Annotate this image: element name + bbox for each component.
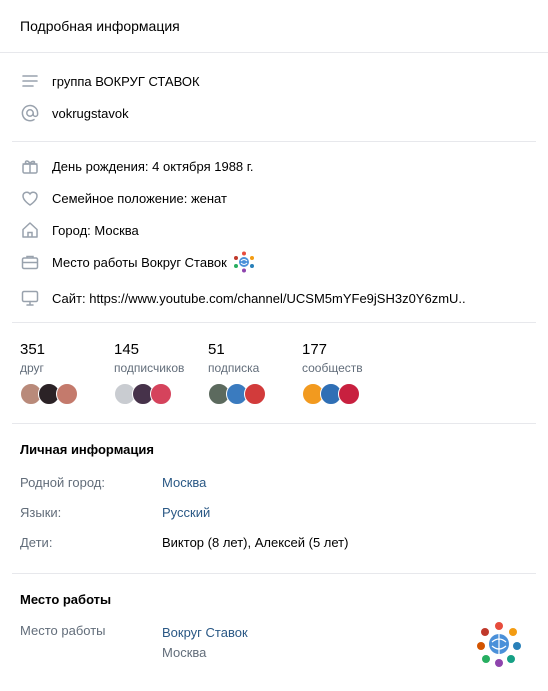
counter-number: 351 bbox=[20, 341, 46, 358]
at-sign-icon bbox=[20, 103, 40, 123]
children-value: Виктор (8 лет), Алексей (5 лет) bbox=[162, 534, 349, 550]
job-label: Место работы bbox=[20, 623, 106, 638]
website-label: Сайт: bbox=[52, 290, 86, 306]
section-title: Место работы bbox=[20, 592, 112, 607]
counter-number: 145 bbox=[114, 341, 140, 358]
avatar[interactable] bbox=[338, 383, 360, 405]
monitor-icon bbox=[20, 288, 40, 308]
city-row: Город: Москва bbox=[0, 214, 548, 246]
hometown-label: Родной город: bbox=[20, 474, 105, 490]
hometown-row: Родной город: Москва bbox=[20, 467, 528, 497]
birthday-row: День рождения: 4 октября 1988 г. bbox=[0, 150, 548, 182]
followers-counter[interactable]: 145 подписчиков bbox=[114, 341, 208, 405]
family-link[interactable]: женат bbox=[191, 191, 227, 206]
about-block: группа ВОКРУГ СТАВОК vokrugstavok bbox=[0, 53, 548, 141]
communities-counter[interactable]: 177 сообществ bbox=[302, 341, 396, 405]
subscriptions-counter[interactable]: 51 подписка bbox=[208, 341, 302, 405]
children-label: Дети: bbox=[20, 534, 53, 550]
workplace-label: Место работы bbox=[52, 254, 138, 270]
hometown-link[interactable]: Москва bbox=[162, 475, 206, 490]
job-company-link[interactable]: Вокруг Ставок bbox=[162, 625, 248, 640]
subscriptions-avatars bbox=[208, 383, 302, 405]
status-text: группа ВОКРУГ СТАВОК bbox=[52, 73, 200, 89]
avatar[interactable] bbox=[150, 383, 172, 405]
counter-number: 51 bbox=[208, 341, 225, 358]
city-link[interactable]: Москва bbox=[94, 223, 138, 238]
friends-avatars bbox=[20, 383, 114, 405]
counter-label: сообществ bbox=[302, 361, 363, 375]
workplace-link[interactable]: Вокруг Ставок bbox=[141, 255, 227, 270]
details-block: День рождения: 4 октября 1988 г. Семейно… bbox=[0, 142, 548, 322]
home-icon bbox=[20, 220, 40, 240]
avatar[interactable] bbox=[56, 383, 78, 405]
avatar[interactable] bbox=[244, 383, 266, 405]
counter-number: 177 bbox=[302, 341, 328, 358]
personal-info-section: Личная информация Родной город: Москва Я… bbox=[0, 424, 548, 573]
workplace-row: Место работы Вокруг Ставок bbox=[0, 246, 548, 278]
heart-icon bbox=[20, 188, 40, 208]
communities-avatars bbox=[302, 383, 396, 405]
gift-icon bbox=[20, 156, 40, 176]
job-values: Вокруг Ставок Москва bbox=[162, 623, 248, 663]
languages-link[interactable]: Русский bbox=[162, 505, 210, 520]
followers-avatars bbox=[114, 383, 208, 405]
status-row: группа ВОКРУГ СТАВОК bbox=[0, 65, 548, 97]
family-label: Семейное положение: bbox=[52, 190, 188, 206]
counters-row: 351 друг 145 подписчиков 51 подписка 177… bbox=[0, 323, 548, 423]
briefcase-icon bbox=[20, 252, 40, 272]
counter-label: подписчиков bbox=[114, 361, 185, 375]
website-link[interactable]: https://www.youtube.com/channel/UCSM5mYF… bbox=[89, 291, 465, 306]
nickname-row: vokrugstavok bbox=[0, 97, 548, 129]
birthday-link[interactable]: 4 октября 1988 г. bbox=[152, 159, 253, 174]
website-row: Сайт: https://www.youtube.com/channel/UC… bbox=[0, 282, 548, 314]
section-title: Личная информация bbox=[20, 442, 154, 457]
languages-row: Языки: Русский bbox=[20, 497, 528, 527]
job-row: Место работы Вокруг Ставок Москва bbox=[20, 617, 528, 667]
counter-label: подписка bbox=[208, 361, 260, 375]
birthday-label: День рождения: bbox=[52, 158, 149, 174]
job-city: Москва bbox=[162, 645, 207, 660]
nickname-link[interactable]: vokrugstavok bbox=[52, 106, 129, 121]
profile-details-card: Подробная информация группа ВОКРУГ СТАВО… bbox=[0, 0, 548, 691]
city-label: Город: bbox=[52, 222, 91, 238]
family-row: Семейное положение: женат bbox=[0, 182, 548, 214]
menu-lines-icon bbox=[20, 71, 40, 91]
job-section: Место работы Место работы Вокруг Ставок … bbox=[0, 574, 548, 679]
details-header: Подробная информация bbox=[0, 0, 548, 53]
page-title: Подробная информация bbox=[20, 18, 180, 34]
friends-counter[interactable]: 351 друг bbox=[20, 341, 114, 405]
company-logo-icon[interactable] bbox=[233, 251, 255, 273]
children-row: Дети: Виктор (8 лет), Алексей (5 лет) bbox=[20, 527, 528, 557]
company-logo-icon[interactable] bbox=[476, 621, 522, 667]
languages-label: Языки: bbox=[20, 504, 62, 520]
counter-label: друг bbox=[20, 361, 44, 375]
